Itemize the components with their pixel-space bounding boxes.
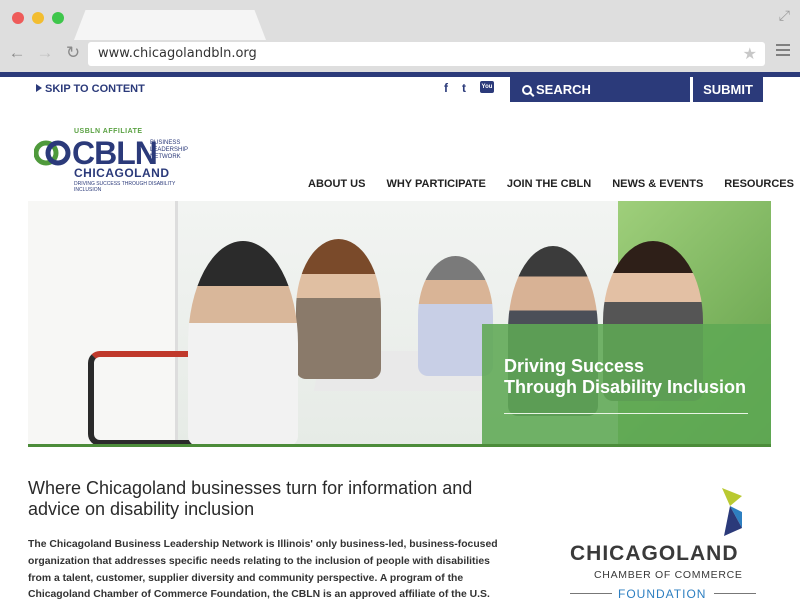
hero-divider — [504, 413, 748, 414]
content-paragraph: The Chicagoland Business Leadership Netw… — [28, 539, 498, 600]
hero-caption-box: Driving Success Through Disability Inclu… — [482, 324, 771, 446]
chamber-flag-icon — [722, 488, 742, 536]
skip-to-content-link[interactable]: SKIP TO CONTENT — [36, 83, 145, 95]
hero-person — [188, 241, 298, 446]
reload-icon[interactable]: ↻ — [64, 43, 82, 63]
hero-caption: Driving Success Through Disability Inclu… — [504, 356, 746, 398]
browser-menu-icon[interactable] — [776, 44, 790, 59]
browser-nav: ← → ↻ — [8, 43, 82, 63]
fullscreen-icon[interactable]: ⤢ — [779, 7, 790, 24]
content-headline: Where Chicagoland businesses turn for in… — [28, 478, 473, 519]
search-icon — [522, 85, 532, 95]
nav-item-resources[interactable]: RESOURCES — [724, 178, 794, 190]
logo-full-name: BUSINESS LEADERSHIP NETWORK — [150, 140, 188, 161]
browser-chrome: ⤢ ← → ↻ www.chicagolandbln.org ★ — [0, 0, 800, 72]
logo-affiliate: USBLN AFFILIATE — [74, 128, 143, 135]
logo-name-line: BUSINESS — [150, 140, 181, 146]
nav-item-join-the-cbln[interactable]: JOIN THE CBLN — [507, 178, 591, 190]
back-arrow-icon[interactable]: ← — [8, 43, 26, 63]
logo-region: CHICAGOLAND — [74, 166, 170, 180]
chamber-name: CHICAGOLAND — [570, 542, 739, 565]
main-navigation: ABOUT US WHY PARTICIPATE JOIN THE CBLN N… — [308, 178, 794, 190]
chamber-foundation-label: FOUNDATION — [618, 587, 707, 600]
foundation-rule — [714, 593, 756, 594]
twitter-icon[interactable]: t — [462, 81, 466, 95]
url-text: www.chicagolandbln.org — [98, 46, 257, 61]
logo-tagline: DRIVING SUCCESS THROUGH DISABILITY INCLU… — [74, 181, 176, 193]
chamber-subtitle: CHAMBER OF COMMERCE — [594, 569, 743, 581]
facebook-icon[interactable]: f — [444, 81, 448, 95]
logo-name-line: NETWORK — [150, 154, 181, 160]
hero-person — [296, 239, 381, 379]
address-bar[interactable]: www.chicagolandbln.org ★ — [88, 42, 765, 66]
close-window-button[interactable] — [12, 12, 24, 24]
search-placeholder: SEARCH — [536, 82, 591, 97]
web-page: SKIP TO CONTENT f t You SEARCH SUBMIT US… — [0, 72, 800, 600]
cbln-logo[interactable]: USBLN AFFILIATE CBLN BUSINESS LEADERSHIP… — [34, 128, 194, 193]
search-input[interactable]: SEARCH — [510, 77, 690, 102]
hero-bottom-bar — [28, 444, 771, 447]
window-controls — [12, 12, 64, 24]
logo-rings-icon — [34, 140, 71, 166]
nav-item-about-us[interactable]: ABOUT US — [308, 178, 365, 190]
hero-caption-line: Driving Success — [504, 356, 645, 376]
nav-item-why-participate[interactable]: WHY PARTICIPATE — [386, 178, 485, 190]
minimize-window-button[interactable] — [32, 12, 44, 24]
play-arrow-icon — [36, 84, 42, 92]
chamber-foundation-logo[interactable]: CHICAGOLAND CHAMBER OF COMMERCE FOUNDATI… — [566, 488, 766, 600]
skip-label: SKIP TO CONTENT — [45, 83, 145, 95]
logo-name-line: LEADERSHIP — [150, 147, 189, 153]
youtube-icon[interactable]: You — [480, 81, 494, 93]
maximize-window-button[interactable] — [52, 12, 64, 24]
forward-arrow-icon[interactable]: → — [36, 43, 54, 63]
nav-item-news-events[interactable]: NEWS & EVENTS — [612, 178, 703, 190]
social-links: f t You — [444, 81, 494, 95]
bookmark-star-icon[interactable]: ★ — [743, 44, 757, 63]
foundation-rule — [570, 593, 612, 594]
browser-tab[interactable] — [74, 10, 266, 40]
hero-banner: Driving Success Through Disability Inclu… — [28, 201, 771, 446]
submit-button[interactable]: SUBMIT — [693, 77, 763, 102]
hero-caption-line: Through Disability Inclusion — [504, 377, 747, 397]
